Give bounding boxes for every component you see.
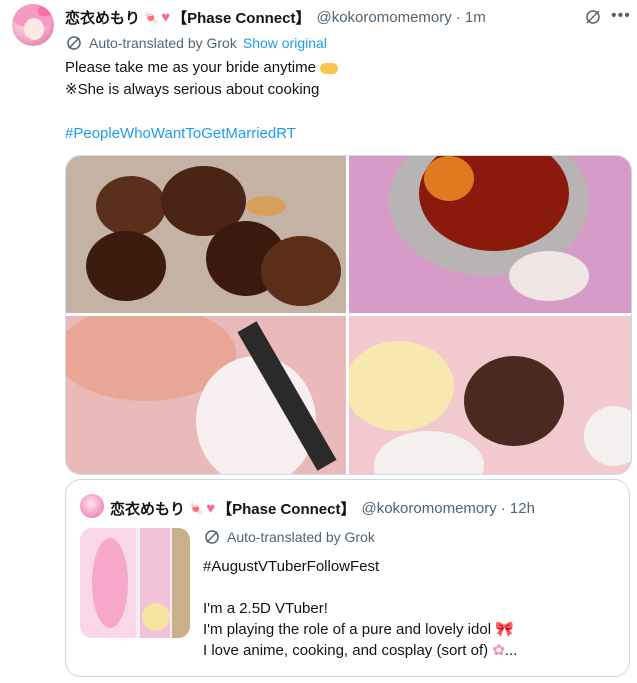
quoted-tweet-body: #AugustVTuberFollowFest I'm a 2.5D VTube…	[203, 556, 517, 661]
quoted-display-name: 恋衣めもり	[110, 501, 186, 518]
quoted-line-3: I'm a 2.5D VTuber!	[203, 600, 328, 617]
handle[interactable]: @kokoromomemory	[316, 9, 451, 26]
quoted-author-avatar[interactable]	[80, 494, 104, 518]
quoted-translation-row: Auto-translated by Grok	[203, 528, 375, 546]
tweet-line-1: Please take me as your bride anytime	[65, 59, 316, 76]
affiliation[interactable]: 【Phase Connect】	[172, 7, 310, 28]
quoted-line-5: I love anime, cooking, and cosplay (sort…	[203, 642, 489, 659]
avatar-ribbon	[38, 6, 52, 16]
quoted-timestamp: · 12h	[500, 500, 535, 517]
translate-icon	[205, 530, 219, 544]
quoted-handle: @kokoromomemory	[361, 500, 497, 517]
quoted-media-thumbnail[interactable]	[80, 528, 190, 638]
translate-icon	[67, 36, 81, 50]
tweet-line-2: ※She is always serious about cooking	[65, 81, 320, 98]
translation-note: Auto-translated by Grok	[89, 35, 237, 51]
quoted-line-4: I'm playing the role of a pure and lovel…	[203, 621, 492, 638]
cooking-pan-photo[interactable]	[349, 156, 631, 313]
quoted-translation-note: Auto-translated by Grok	[227, 529, 375, 545]
quoted-line-1: #AugustVTuberFollowFest	[203, 558, 380, 575]
avatar-face	[24, 18, 44, 40]
ribbon-bow-icon: 🎀	[495, 621, 514, 638]
author-avatar[interactable]	[12, 4, 54, 46]
candy-icon: 🍬	[143, 9, 160, 25]
cherry-blossom-icon: ✿	[492, 642, 505, 659]
hashtag-link[interactable]: #PeopleWhoWantToGetMarriedRT	[65, 125, 296, 142]
translation-row: Auto-translated by Grok Show original	[65, 34, 327, 52]
quoted-tweet-header: 恋衣めもり 🍬 ♥ 【Phase Connect】 @kokoromomemor…	[110, 498, 535, 519]
batter-bowls-photo[interactable]	[349, 316, 631, 474]
quoted-tweet[interactable]: 恋衣めもり 🍬 ♥ 【Phase Connect】 @kokoromomemor…	[65, 479, 630, 677]
heart-hands-icon	[319, 62, 338, 74]
timestamp[interactable]: · 1m	[456, 9, 486, 26]
heart-icon: ♥	[161, 9, 171, 26]
mute-icon[interactable]	[584, 8, 602, 26]
more-icon[interactable]: •••	[611, 8, 631, 26]
show-original-link[interactable]: Show original	[243, 35, 327, 51]
takoyaki-photo[interactable]	[66, 156, 346, 313]
tweet-header: 恋衣めもり 🍬 ♥ 【Phase Connect】 @kokoromomemor…	[65, 7, 486, 28]
quoted-affiliation: 【Phase Connect】	[217, 501, 356, 518]
tweet-body: Please take me as your bride anytime ※Sh…	[65, 57, 338, 145]
quoted-ellipsis: ...	[504, 642, 518, 659]
media-grid	[65, 155, 632, 475]
fried-rice-photo[interactable]	[66, 316, 346, 474]
display-name[interactable]: 恋衣めもり	[65, 7, 140, 28]
candy-icon: 🍬	[188, 500, 205, 516]
heart-icon: ♥	[206, 500, 216, 517]
